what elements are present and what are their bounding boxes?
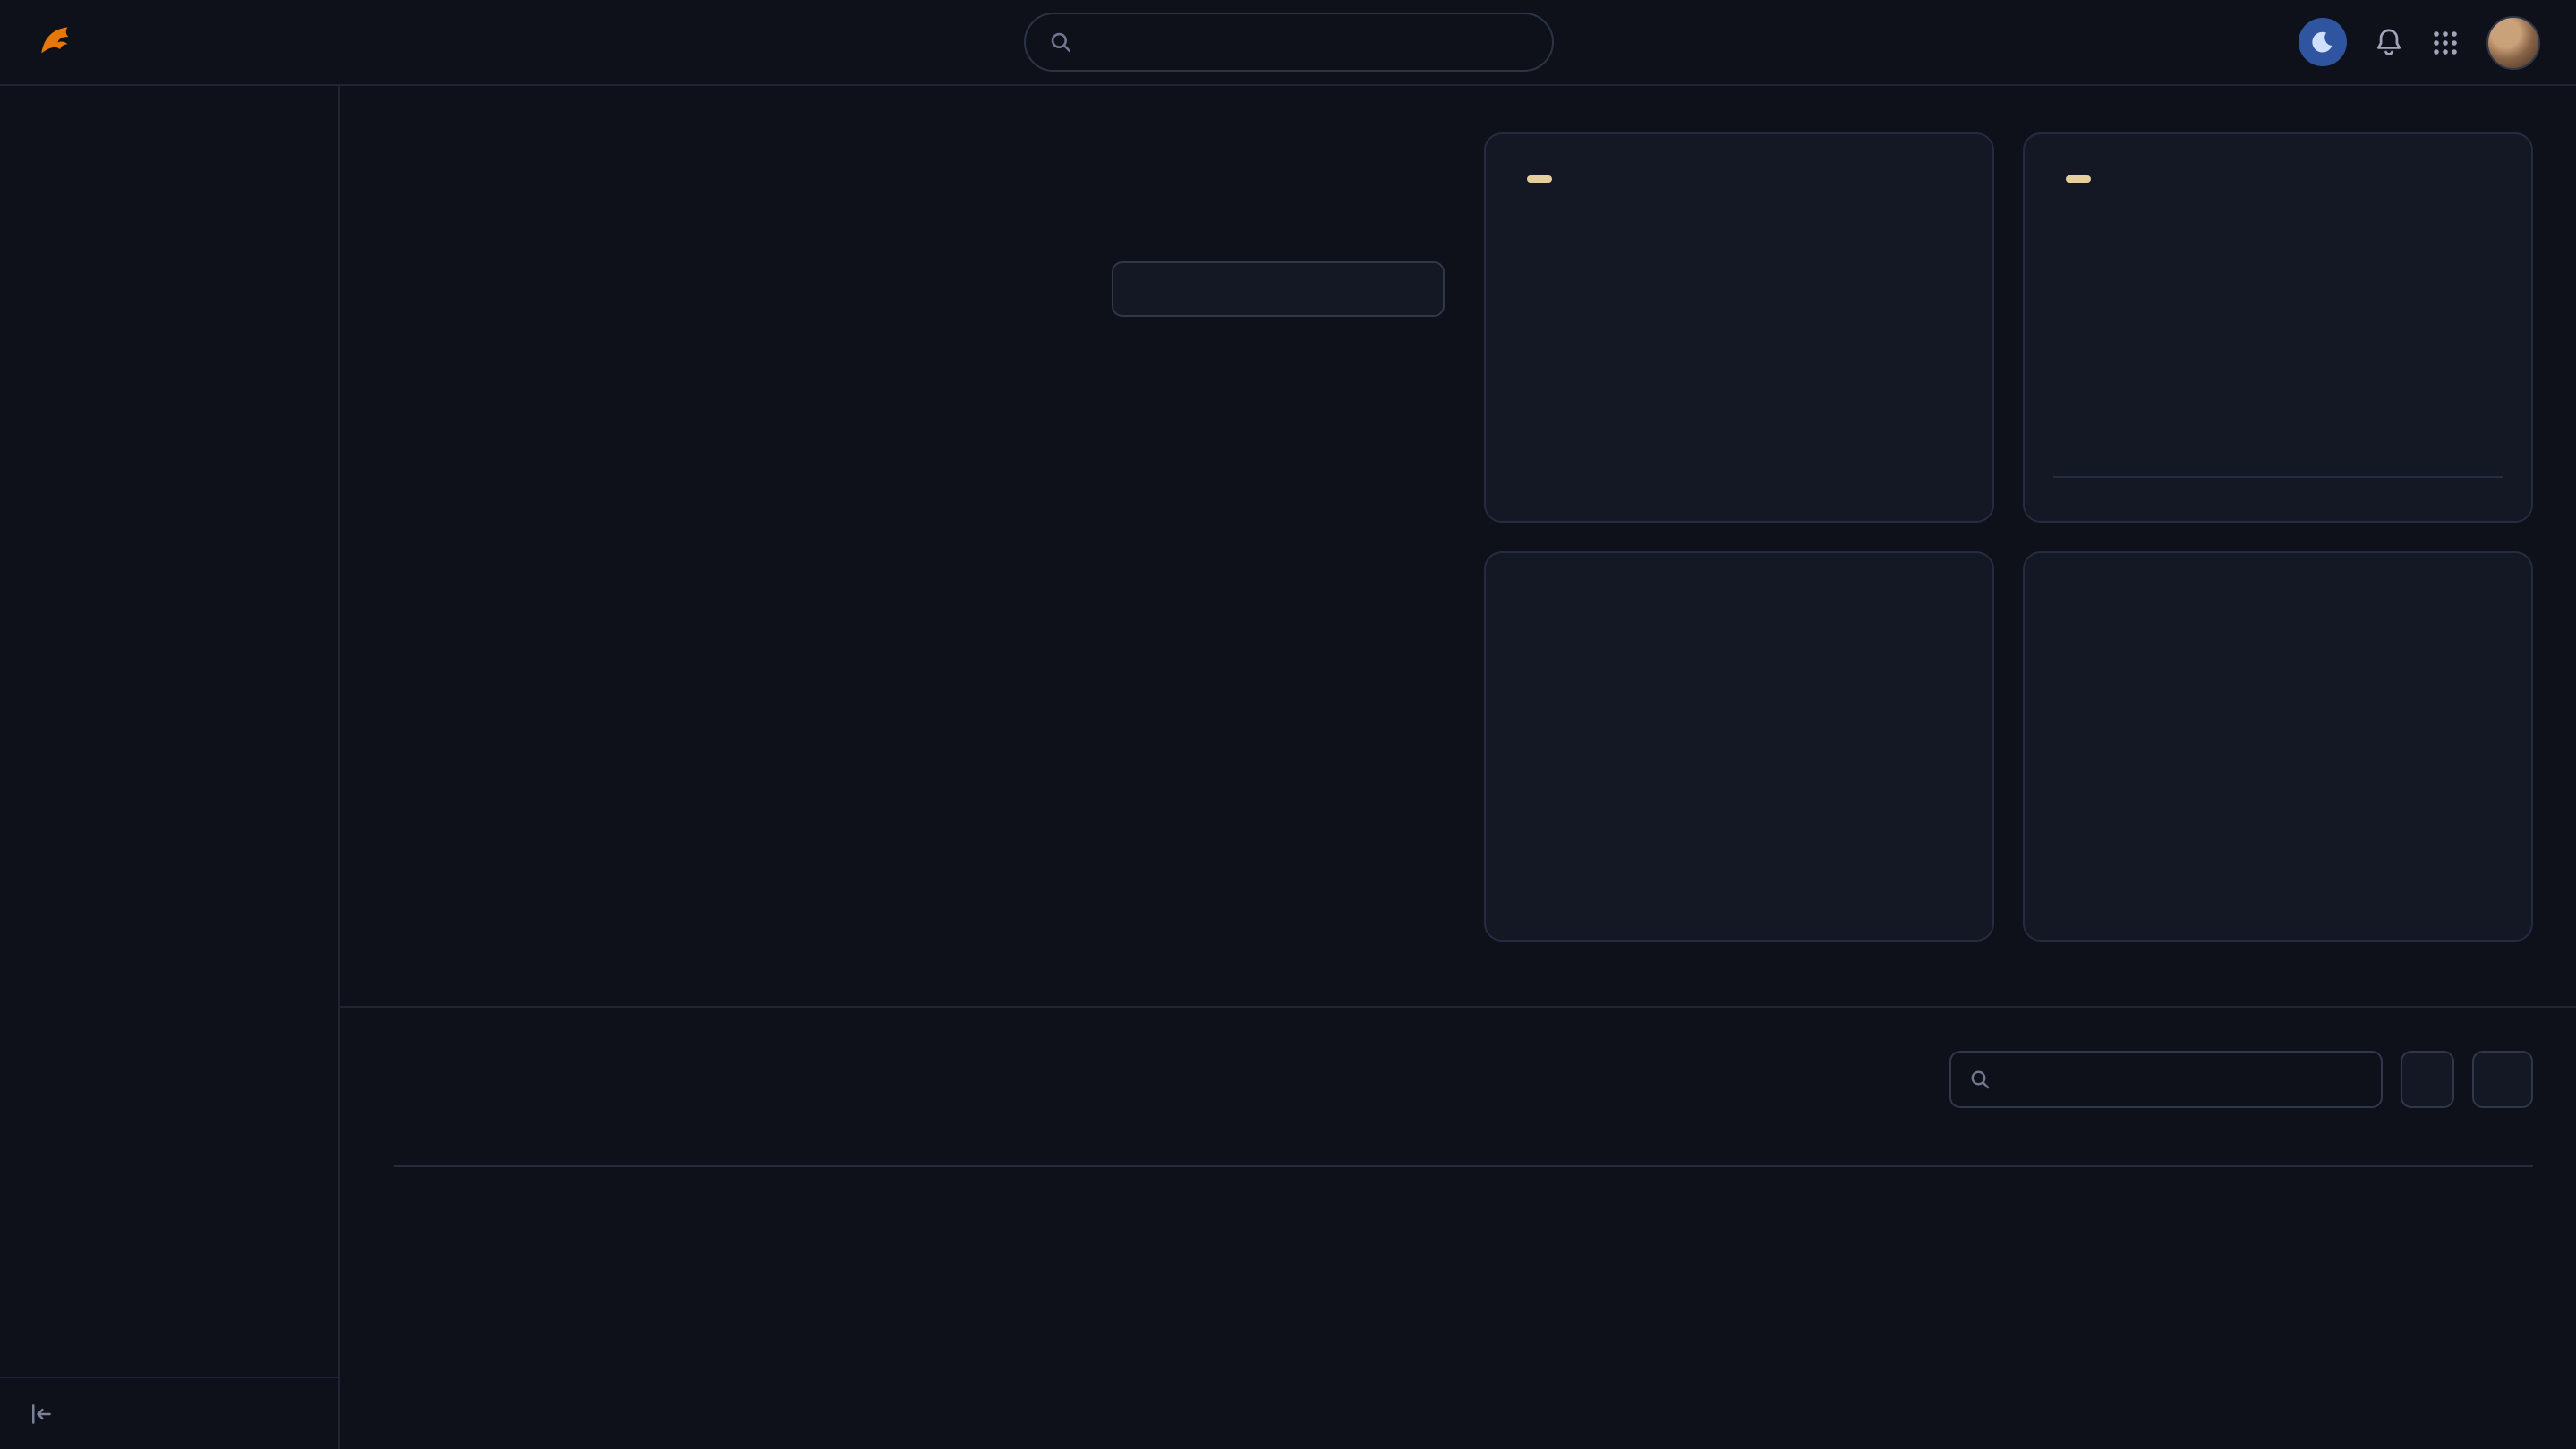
total-sells-x-labels xyxy=(394,750,1445,759)
reviews-search-input[interactable] xyxy=(2005,1067,2363,1092)
brand[interactable] xyxy=(36,20,95,64)
total-orders-bar-chart xyxy=(1605,224,1873,396)
navbar-search xyxy=(1023,13,1553,72)
navbar-actions xyxy=(2299,15,2540,69)
collapse-view-button[interactable] xyxy=(0,1377,338,1449)
sidebar-nav xyxy=(0,104,338,1377)
new-customers-x-labels xyxy=(2053,476,2503,494)
top-coupons-donut-chart xyxy=(1635,603,1843,811)
main-content xyxy=(340,86,2576,1449)
reviews-search xyxy=(1949,1051,2383,1108)
total-orders-badge xyxy=(1527,175,1552,183)
moon-icon xyxy=(2299,18,2347,66)
total-sells-chart xyxy=(394,349,1443,750)
reviews-table xyxy=(394,1147,2533,1167)
paying-card xyxy=(2023,551,2533,942)
date-range-select[interactable] xyxy=(1112,261,1445,317)
more-options-button[interactable] xyxy=(2472,1051,2533,1108)
search-icon xyxy=(1969,1069,1991,1090)
top-navbar xyxy=(0,0,2576,86)
user-avatar[interactable] xyxy=(2486,15,2540,69)
phoenix-logo-icon xyxy=(36,20,81,64)
total-orders-card xyxy=(1484,132,1994,523)
top-coupons-card xyxy=(1484,551,1994,942)
search-input[interactable] xyxy=(1086,30,1528,55)
apps-grid-button[interactable] xyxy=(2431,28,2460,56)
new-customers-line-chart xyxy=(2054,231,2502,417)
reviews-table-header xyxy=(394,1147,2533,1167)
search-icon xyxy=(1048,30,1071,54)
new-customers-badge xyxy=(2066,175,2091,183)
app-root xyxy=(0,0,2576,1449)
paying-gauge-chart xyxy=(2144,625,2412,775)
all-products-button[interactable] xyxy=(2401,1051,2454,1108)
latest-reviews-section xyxy=(340,1006,2576,1449)
new-customers-card xyxy=(2023,132,2533,523)
grid-icon xyxy=(2431,28,2460,56)
kpi-cards xyxy=(1484,132,2533,942)
collapse-icon xyxy=(29,1402,54,1427)
notifications-button[interactable] xyxy=(2374,27,2404,57)
theme-toggle-button[interactable] xyxy=(2299,18,2347,66)
sidebar xyxy=(0,86,340,1449)
bell-icon xyxy=(2374,27,2404,57)
